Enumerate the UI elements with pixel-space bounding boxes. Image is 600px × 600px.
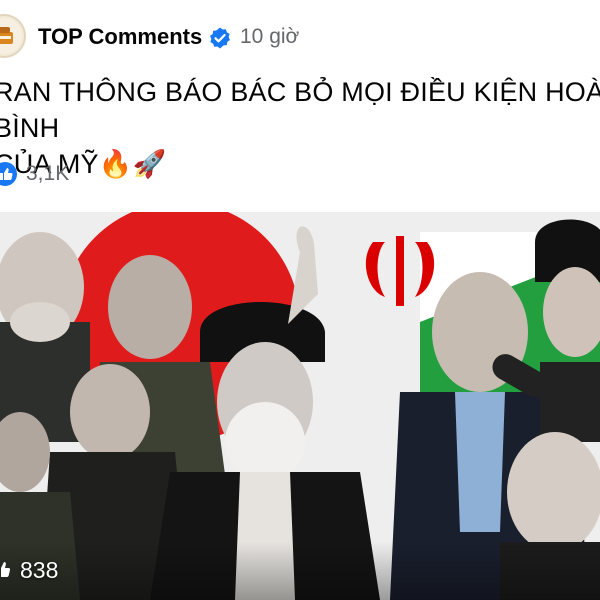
like-reaction-icon [0, 162, 17, 186]
collage-image [0, 212, 600, 600]
page-name[interactable]: TOP Comments [38, 24, 202, 50]
post-timestamp[interactable]: 10 giờ [240, 25, 299, 49]
post-text: RAN THÔNG BÁO BÁC BỎ MỌI ĐIỀU KIỆN HOÀ B… [0, 77, 600, 179]
verified-badge-icon [210, 27, 230, 49]
post-photo[interactable] [0, 212, 600, 600]
page-avatar[interactable] [0, 14, 26, 58]
photo-reaction-overlay[interactable]: 838 [0, 552, 58, 588]
photo-reaction-count: 838 [20, 556, 59, 583]
like-reaction-icon [0, 562, 11, 577]
reaction-summary[interactable]: 3,1K [0, 158, 69, 190]
page-logo-icon [0, 18, 22, 54]
reaction-count: 3,1K [26, 162, 70, 185]
post-header: TOP Comments 10 giờ [0, 0, 600, 72]
